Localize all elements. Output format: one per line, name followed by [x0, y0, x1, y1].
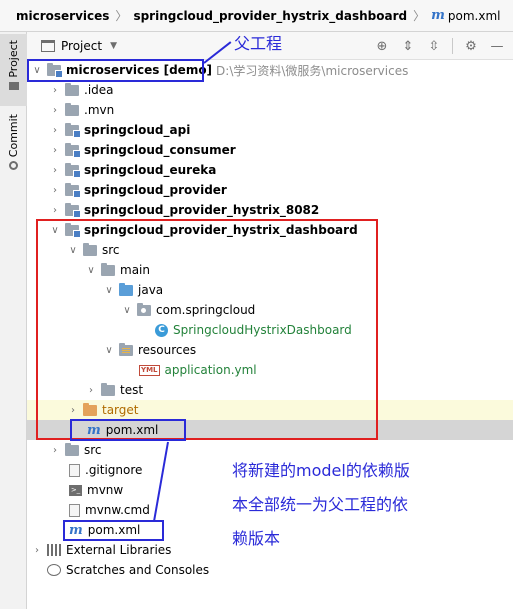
breadcrumb-module[interactable]: springcloud_provider_hystrix_dashboard — [133, 9, 407, 23]
maven-icon: m — [431, 8, 445, 23]
chevron-right-icon[interactable]: › — [49, 165, 61, 176]
target-icon[interactable]: ⊕ — [374, 39, 390, 54]
terminal-file-icon: >_ — [69, 484, 82, 496]
chevron-right-icon[interactable]: › — [49, 445, 61, 456]
tree-label-mvnw-cmd: mvnw.cmd — [85, 503, 150, 517]
breadcrumb-file[interactable]: m pom.xml — [431, 8, 500, 23]
chevron-right-icon[interactable]: › — [49, 85, 61, 96]
tree-row-idea[interactable]: › .idea — [27, 80, 513, 100]
module-folder-icon — [65, 182, 81, 198]
project-panel-title: Project — [61, 38, 103, 53]
module-folder-icon — [65, 142, 81, 158]
chevron-right-icon[interactable]: › — [31, 545, 43, 556]
folder-icon — [65, 82, 79, 96]
toolbar-divider — [452, 38, 453, 54]
tree-row-eureka[interactable]: › springcloud_eureka — [27, 160, 513, 180]
chevron-right-icon[interactable]: › — [49, 105, 61, 116]
folder-icon — [65, 442, 79, 456]
annotation-note-line-2: 本全部统一为父工程的依 — [232, 495, 409, 514]
annotation-parent-label: 父工程 — [234, 34, 283, 53]
tree-label-provider-hystrix: springcloud_provider_hystrix_8082 — [84, 203, 320, 217]
tree-label-scratches: Scratches and Consoles — [66, 563, 210, 577]
tree-row-provider-hystrix[interactable]: › springcloud_provider_hystrix_8082 — [27, 200, 513, 220]
project-tab-label: Project — [7, 40, 20, 78]
scratches-icon — [47, 564, 61, 576]
tree-label-idea: .idea — [84, 83, 114, 97]
chevron-right-icon[interactable]: › — [49, 125, 61, 136]
tree-label-consumer: springcloud_consumer — [84, 143, 236, 157]
minimize-icon[interactable]: — — [489, 39, 505, 54]
annotation-box-root-pom — [63, 520, 164, 541]
module-folder-icon — [65, 162, 81, 178]
project-window-icon — [41, 39, 55, 52]
project-view-selector[interactable]: Project ▼ — [27, 39, 117, 53]
breadcrumb: microservices 〉 springcloud_provider_hys… — [0, 0, 513, 32]
tree-label-external-libraries: External Libraries — [66, 543, 172, 557]
tree-label-gitignore: .gitignore — [85, 463, 143, 477]
tree-row-scratches[interactable]: Scratches and Consoles — [27, 560, 513, 580]
side-tool-strip: Project Commit — [0, 32, 27, 609]
tree-label-mvn: .mvn — [84, 103, 115, 117]
commit-icon — [9, 161, 18, 171]
breadcrumb-separator: 〉 — [413, 9, 426, 23]
breadcrumb-separator: 〉 — [115, 9, 128, 23]
annotation-box-module-pom — [70, 419, 186, 441]
chevron-right-icon[interactable]: › — [49, 205, 61, 216]
tree-label-mvnw: mvnw — [87, 483, 124, 497]
breadcrumb-file-label: pom.xml — [447, 8, 501, 23]
annotation-box-root — [27, 59, 204, 82]
project-toolbar: ⊕ ⇕ ⇳ ⚙ — — [374, 32, 505, 60]
tree-row-provider[interactable]: › springcloud_provider — [27, 180, 513, 200]
gear-icon[interactable]: ⚙ — [463, 39, 479, 54]
tree-label-provider: springcloud_provider — [84, 183, 227, 197]
chevron-right-icon[interactable]: › — [49, 185, 61, 196]
tree-row-api[interactable]: › springcloud_api — [27, 120, 513, 140]
breadcrumb-root[interactable]: microservices — [16, 9, 109, 23]
collapse-all-icon[interactable]: ⇳ — [426, 39, 442, 54]
folder-icon — [65, 102, 79, 116]
tree-root-path: D:\学习资料\微服务\microservices — [216, 63, 409, 78]
file-icon — [69, 503, 80, 517]
tree-label-root-src: src — [84, 443, 102, 457]
annotation-box-dashboard — [36, 219, 378, 440]
tree-label-eureka: springcloud_eureka — [84, 163, 217, 177]
annotation-note-line-3: 赖版本 — [232, 529, 281, 548]
commit-tab-label: Commit — [7, 114, 20, 158]
file-icon — [69, 463, 80, 477]
tree-label-api: springcloud_api — [84, 123, 191, 137]
expand-all-icon[interactable]: ⇕ — [400, 39, 416, 54]
tree-row-consumer[interactable]: › springcloud_consumer — [27, 140, 513, 160]
folder-icon — [8, 81, 19, 90]
annotation-note-line-1: 将新建的model的依赖版 — [232, 461, 410, 480]
library-icon — [47, 544, 61, 556]
chevron-down-icon: ▼ — [110, 40, 117, 51]
module-folder-icon — [65, 122, 81, 138]
chevron-right-icon[interactable]: › — [49, 145, 61, 156]
tree-row-mvn[interactable]: › .mvn — [27, 100, 513, 120]
commit-tool-tab[interactable]: Commit — [0, 114, 27, 178]
project-tool-tab[interactable]: Project — [0, 34, 27, 106]
module-folder-icon — [65, 202, 81, 218]
